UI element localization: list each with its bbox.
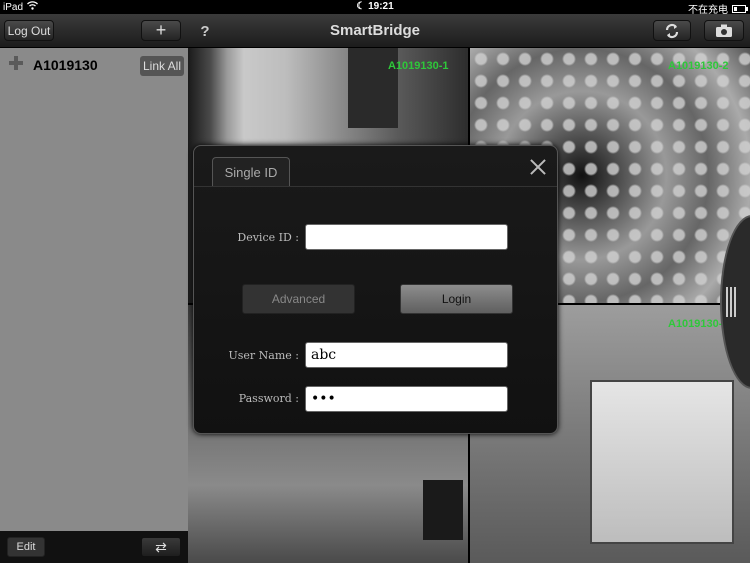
password-label: Password : bbox=[238, 392, 299, 405]
status-bar: iPad ☾ 19:21 不在充电 bbox=[0, 0, 750, 16]
video-scene bbox=[590, 380, 734, 544]
expand-icon[interactable] bbox=[9, 56, 23, 70]
nav-bar: Log Out + ? SmartBridge bbox=[0, 14, 750, 48]
moon-icon: ☾ bbox=[356, 1, 366, 12]
clock: 19:21 bbox=[368, 1, 394, 12]
close-icon[interactable] bbox=[529, 158, 547, 176]
dialog-header: Single ID bbox=[194, 146, 557, 187]
device-id-field[interactable] bbox=[305, 224, 508, 250]
login-dialog: Single ID Device ID : Advanced Login Use… bbox=[193, 145, 558, 434]
camera-icon bbox=[716, 24, 732, 37]
swap-button[interactable]: ⇄ bbox=[141, 537, 181, 557]
panel-handle-icon[interactable] bbox=[726, 287, 738, 317]
username-field[interactable] bbox=[305, 342, 508, 368]
app-title: SmartBridge bbox=[329, 22, 421, 39]
battery-icon bbox=[732, 4, 748, 13]
snapshot-button[interactable] bbox=[704, 20, 744, 41]
username-label: User Name : bbox=[228, 349, 299, 362]
sidebar-toolbar: Edit ⇄ bbox=[0, 531, 188, 563]
device-sidebar: A1019130 Link All bbox=[0, 48, 188, 531]
link-all-button[interactable]: Link All bbox=[140, 56, 184, 76]
video-label-2: A1019130-2 bbox=[668, 60, 729, 72]
edit-button[interactable]: Edit bbox=[7, 537, 45, 557]
refresh-button[interactable] bbox=[653, 20, 691, 41]
device-id-label: Device ID : bbox=[237, 231, 299, 244]
swap-icon: ⇄ bbox=[155, 538, 167, 555]
video-scene bbox=[423, 480, 463, 540]
device-name-item[interactable]: A1019130 bbox=[33, 57, 98, 73]
refresh-icon bbox=[665, 23, 679, 38]
tab-single-id[interactable]: Single ID bbox=[212, 157, 290, 186]
password-field[interactable] bbox=[305, 386, 508, 412]
video-label-3: A1019130-3 bbox=[668, 318, 729, 330]
advanced-button[interactable]: Advanced bbox=[242, 284, 355, 314]
video-label-1: A1019130-1 bbox=[388, 60, 449, 72]
login-button[interactable]: Login bbox=[400, 284, 513, 314]
